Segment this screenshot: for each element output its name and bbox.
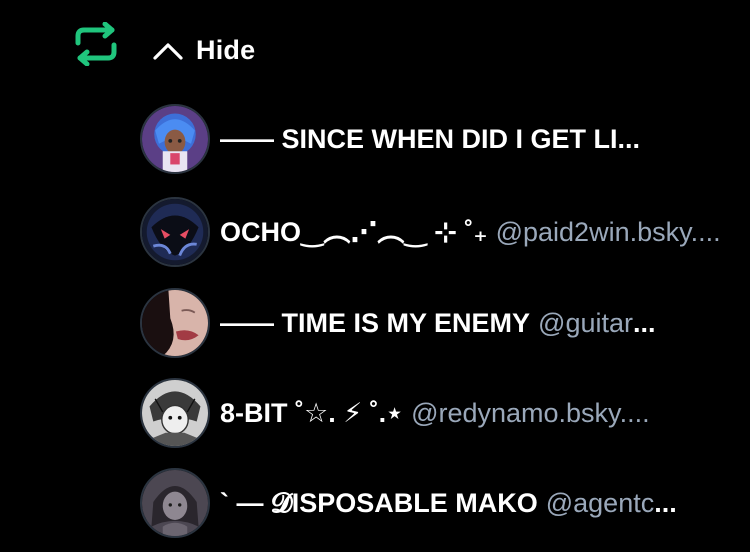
user-handle: @paid2win.bsky — [495, 217, 691, 247]
display-name: —— TIME IS MY ENEMY — [220, 308, 531, 338]
hide-toggle-button[interactable]: Hide — [152, 30, 255, 70]
user-row[interactable]: —— TIME IS MY ENEMY @guitar... — [140, 278, 740, 368]
user-line: ` — 𝓓ISPOSABLE MAKO @agentc... — [220, 485, 677, 521]
user-row[interactable]: ` — 𝓓ISPOSABLE MAKO @agentc... — [140, 458, 740, 548]
blue-haired-character-avatar — [142, 106, 208, 172]
gray-character-avatar — [142, 470, 208, 536]
display-name: ` — 𝓓ISPOSABLE MAKO — [220, 488, 538, 518]
user-line: OCHO‿︵⋰︵‿ ⊹ ˚₊ @paid2win.bsky.... — [220, 214, 721, 250]
user-row[interactable]: —— SINCE WHEN DID I GET LI... — [140, 94, 740, 184]
sketch-character-avatar — [142, 380, 208, 446]
user-list: —— SINCE WHEN DID I GET LI... OCHO‿︵⋰︵‿ … — [140, 100, 740, 550]
display-name: 8-BIT ˚☆. ⚡ ˚.⋆ — [220, 398, 404, 428]
repost-icon — [72, 21, 120, 67]
user-handle: @guitar — [538, 308, 633, 338]
user-line: —— TIME IS MY ENEMY @guitar... — [220, 305, 656, 341]
chevron-up-icon — [153, 43, 183, 60]
truncation-ellipsis: ... — [654, 488, 677, 518]
avatar[interactable] — [140, 468, 210, 538]
display-name: OCHO‿︵⋰︵‿ ⊹ ˚₊ — [220, 217, 488, 247]
user-handle: @agentc — [545, 488, 655, 518]
reposted-by-list: Hide —— SINCE WHEN DID I GET LI... OCHO‿… — [0, 0, 750, 552]
face-closeup-avatar — [142, 290, 208, 356]
avatar[interactable] — [140, 378, 210, 448]
user-line: 8-BIT ˚☆. ⚡ ˚.⋆ @redynamo.bsky.... — [220, 395, 650, 431]
hide-label: Hide — [196, 34, 256, 65]
truncation-ellipsis: .... — [619, 398, 650, 428]
avatar[interactable] — [140, 197, 210, 267]
user-handle: @redynamo.bsky — [411, 398, 620, 428]
user-row[interactable]: OCHO‿︵⋰︵‿ ⊹ ˚₊ @paid2win.bsky.... — [140, 187, 740, 277]
truncation-ellipsis: ... — [617, 124, 641, 154]
display-name: —— SINCE WHEN DID I GET LI — [220, 124, 618, 154]
truncation-ellipsis: .... — [690, 217, 721, 247]
truncation-ellipsis: ... — [633, 308, 656, 338]
avatar[interactable] — [140, 288, 210, 358]
dark-masked-character-avatar — [142, 199, 208, 265]
avatar[interactable] — [140, 104, 210, 174]
user-line: —— SINCE WHEN DID I GET LI... — [220, 121, 640, 157]
user-row[interactable]: 8-BIT ˚☆. ⚡ ˚.⋆ @redynamo.bsky.... — [140, 368, 740, 458]
